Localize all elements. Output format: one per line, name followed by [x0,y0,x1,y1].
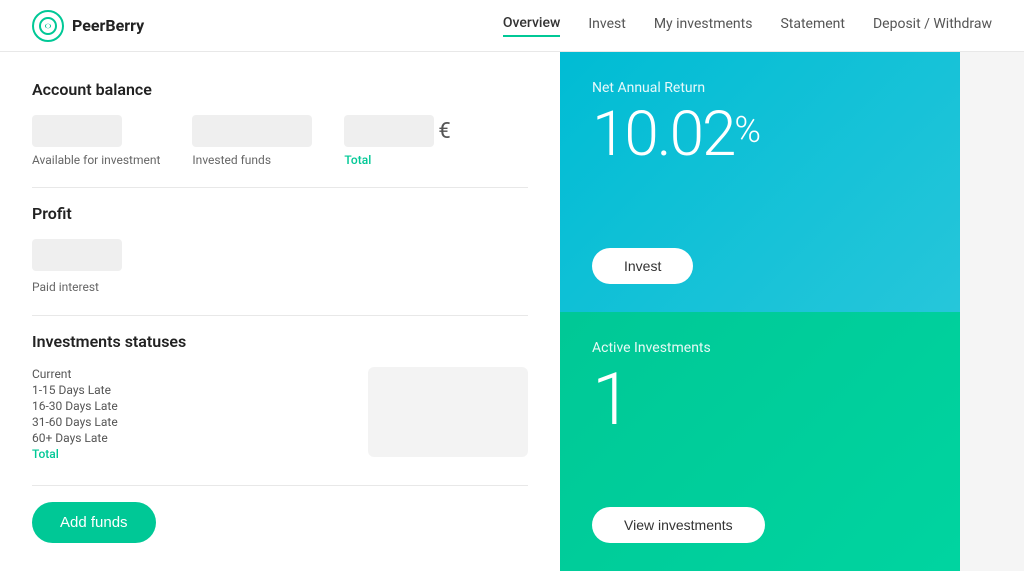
main-nav: Overview Invest My investments Statement… [503,15,992,37]
nav-overview[interactable]: Overview [503,15,560,37]
balance-row: Available for investment Invested funds … [32,115,528,167]
right-panel: Net Annual Return 10.02 % Invest Active … [560,52,960,571]
left-panel: Account balance Available for investment… [0,52,560,571]
status-total: Total [32,447,118,461]
add-funds-button[interactable]: Add funds [32,502,156,543]
ai-subtitle: Active Investments [592,340,928,356]
nav-invest[interactable]: Invest [588,16,625,36]
investment-statuses-section: Investments statuses Current 1-15 Days L… [32,332,528,461]
total-label: Total [344,153,450,167]
header: PeerBerry Overview Invest My investments… [0,0,1024,52]
profit-section: Profit Paid interest [32,204,528,295]
invested-funds-item: Invested funds [192,115,312,167]
logo-text: PeerBerry [72,16,144,35]
available-investment-value [32,115,122,147]
status-1-15: 1-15 Days Late [32,383,118,397]
nar-number: 10.02 [592,104,734,166]
nar-card: Net Annual Return 10.02 % Invest [560,52,960,312]
invest-button[interactable]: Invest [592,248,693,284]
investment-chart [368,367,528,457]
statuses-list: Current 1-15 Days Late 16-30 Days Late 3… [32,367,118,461]
status-60-plus: 60+ Days Late [32,431,118,445]
status-31-60: 31-60 Days Late [32,415,118,429]
available-investment-item: Available for investment [32,115,160,167]
status-16-30: 16-30 Days Late [32,399,118,413]
nav-deposit-withdraw[interactable]: Deposit / Withdraw [873,16,992,36]
divider-2 [32,315,528,316]
divider-1 [32,187,528,188]
divider-3 [32,485,528,486]
nar-subtitle: Net Annual Return [592,80,928,96]
account-balance-title: Account balance [32,80,528,99]
invested-funds-label: Invested funds [192,153,312,167]
logo: PeerBerry [32,10,144,42]
paid-interest-value [32,239,122,271]
nav-my-investments[interactable]: My investments [654,16,753,36]
ai-value: 1 [592,364,928,436]
profit-title: Profit [32,204,528,223]
status-current: Current [32,367,118,381]
statuses-row: Current 1-15 Days Late 16-30 Days Late 3… [32,367,528,461]
logo-icon [32,10,64,42]
active-investments-card: Active Investments 1 View investments [560,312,960,571]
nar-percent: % [734,112,759,148]
invested-funds-value [192,115,312,147]
nar-value-display: 10.02 % [592,104,928,166]
total-item: € Total [344,115,450,167]
nav-statement[interactable]: Statement [780,16,845,36]
total-value-row: € [344,115,450,147]
paid-interest-label: Paid interest [32,280,99,294]
investment-statuses-title: Investments statuses [32,332,528,351]
account-balance-section: Account balance Available for investment… [32,80,528,167]
euro-icon: € [438,119,450,144]
view-investments-button[interactable]: View investments [592,507,765,543]
available-investment-label: Available for investment [32,153,160,167]
main-layout: Account balance Available for investment… [0,52,1024,571]
total-value-box [344,115,434,147]
